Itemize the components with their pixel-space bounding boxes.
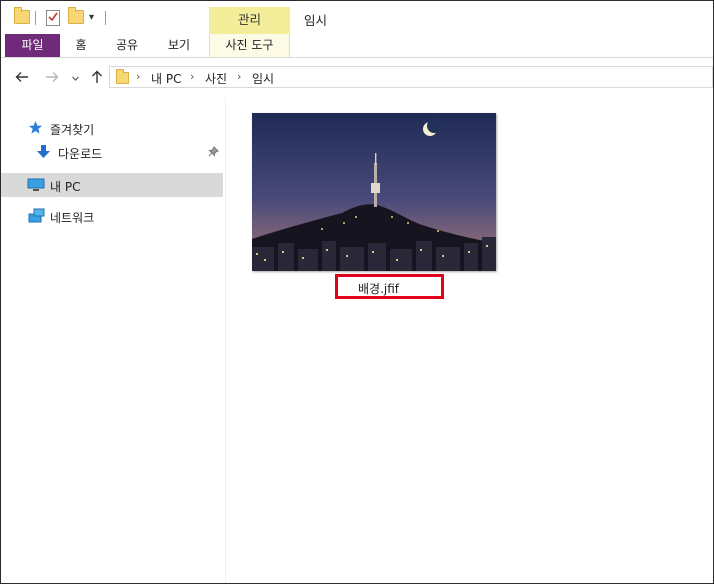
quick-access-toolbar: ▾	[1, 1, 713, 35]
nav-item-label: 다운로드	[58, 147, 103, 161]
image-thumbnail[interactable]	[252, 113, 496, 271]
folder-icon	[116, 69, 129, 84]
ribbon-tabs: 파일 홈 공유 보기 사진 도구	[1, 34, 713, 58]
up-arrow-icon[interactable]	[90, 70, 104, 88]
download-icon	[36, 144, 51, 163]
breadcrumb-this-pc[interactable]: 내 PC	[151, 70, 181, 87]
toolbar-divider	[35, 11, 36, 25]
file-name-label[interactable]: 배경.jfif	[358, 280, 399, 297]
tab-file[interactable]: 파일	[5, 34, 60, 57]
pin-icon[interactable]	[208, 146, 219, 160]
toolbar-divider	[105, 11, 106, 25]
nav-item-quick-access[interactable]: 즐겨찾기	[1, 116, 223, 140]
breadcrumb-separator-icon[interactable]: ›	[190, 70, 194, 83]
tab-share[interactable]: 공유	[113, 34, 141, 57]
context-group-header: 관리	[209, 7, 290, 34]
back-arrow-icon[interactable]	[15, 70, 29, 88]
nav-item-label: 즐겨찾기	[50, 123, 95, 137]
address-bar[interactable]: › 내 PC › 사진 › 임시	[109, 66, 713, 88]
properties-icon[interactable]	[46, 10, 60, 26]
window-title: 임시	[304, 13, 328, 28]
file-list: 배경.jfif	[226, 98, 713, 583]
nav-item-label: 네트워크	[50, 211, 95, 225]
nav-item-label: 내 PC	[50, 180, 81, 194]
folder-icon[interactable]	[14, 7, 30, 24]
nav-item-downloads[interactable]: 다운로드	[1, 140, 223, 164]
nav-item-network[interactable]: 네트워크	[1, 204, 223, 228]
breadcrumb-separator-icon[interactable]: ›	[237, 70, 241, 83]
breadcrumb-pictures[interactable]: 사진	[205, 70, 227, 87]
tab-view[interactable]: 보기	[165, 34, 193, 57]
tab-picture-tools[interactable]: 사진 도구	[209, 34, 290, 57]
file-name-highlight: 배경.jfif	[335, 274, 444, 299]
network-icon	[27, 208, 45, 227]
nav-item-this-pc[interactable]: 내 PC	[1, 173, 223, 197]
breadcrumb-temp[interactable]: 임시	[252, 70, 274, 87]
pc-icon	[27, 178, 45, 195]
new-folder-icon[interactable]	[68, 7, 84, 24]
breadcrumb-separator-icon[interactable]: ›	[136, 70, 140, 83]
navigation-bar: › 내 PC › 사진 › 임시	[1, 58, 713, 98]
customize-dropdown-icon[interactable]: ▾	[89, 12, 94, 23]
forward-arrow-icon[interactable]	[45, 70, 59, 88]
file-explorer-window: ▾ 관리 임시 파일 홈 공유 보기 사진 도구 › 내 PC › 사진 › 임…	[0, 0, 714, 584]
tab-home[interactable]: 홈	[69, 34, 93, 57]
star-icon	[28, 120, 43, 138]
recent-locations-chevron-icon[interactable]	[71, 71, 80, 87]
navigation-pane: 즐겨찾기 다운로드 내 PC 네트워크	[1, 98, 226, 583]
